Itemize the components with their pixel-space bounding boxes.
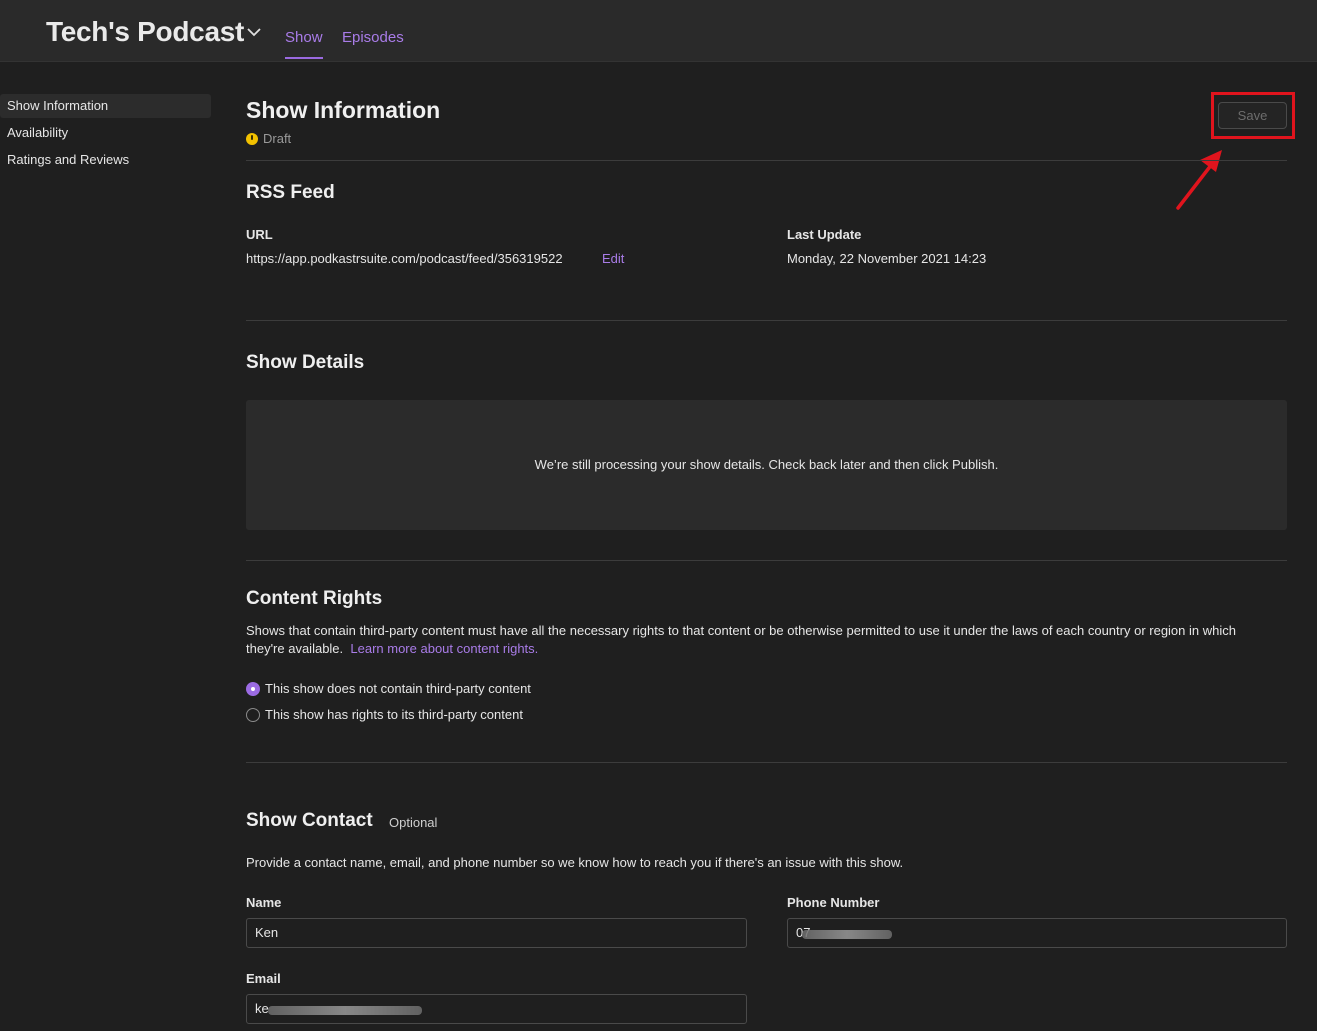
learn-more-content-rights-link[interactable]: Learn more about content rights. — [350, 641, 538, 656]
divider — [246, 762, 1287, 763]
redaction-mask — [268, 1006, 422, 1015]
last-update-value: Monday, 22 November 2021 14:23 — [787, 251, 987, 266]
email-label: Email — [246, 971, 281, 986]
optional-tag: Optional — [389, 815, 438, 830]
divider — [246, 320, 1287, 321]
radio-button-checked[interactable] — [246, 681, 260, 696]
edit-url-link[interactable]: Edit — [602, 251, 624, 266]
podcast-title[interactable]: Tech's Podcast — [46, 16, 244, 48]
rss-feed-heading: RSS Feed — [246, 182, 335, 203]
status-badge: Draft — [246, 131, 291, 146]
url-label: URL — [246, 227, 273, 242]
divider — [246, 560, 1287, 561]
page-title: Show Information — [246, 97, 441, 123]
sidebar-item-show-information[interactable]: Show Information — [0, 94, 211, 118]
status-text: Draft — [263, 131, 292, 146]
processing-message: We’re still processing your show details… — [534, 457, 999, 472]
arrow-annotation-icon — [1176, 150, 1222, 210]
sidebar-item-ratings-and-reviews[interactable]: Ratings and Reviews — [0, 148, 211, 172]
radio-has-rights[interactable]: This show has rights to its third-party … — [246, 707, 523, 722]
email-value: ke — [255, 1001, 269, 1016]
name-input[interactable]: Ken — [246, 918, 747, 948]
processing-panel: We’re still processing your show details… — [246, 400, 1287, 530]
content-rights-description: Shows that contain third-party content m… — [246, 622, 1276, 658]
last-update-label: Last Update — [787, 227, 862, 242]
highlight-box — [1211, 92, 1295, 139]
radio-no-third-party[interactable]: This show does not contain third-party c… — [246, 681, 531, 696]
sidebar-item-availability[interactable]: Availability — [0, 121, 211, 145]
show-contact-heading: Show Contact — [246, 810, 373, 831]
contact-description: Provide a contact name, email, and phone… — [246, 855, 904, 870]
rss-url-value: https://app.podkastrsuite.com/podcast/fe… — [246, 251, 563, 266]
redaction-mask — [802, 930, 892, 939]
radio-label: This show does not contain third-party c… — [265, 681, 531, 696]
divider — [246, 160, 1287, 161]
radio-button[interactable] — [246, 707, 260, 722]
draft-clock-icon — [246, 132, 258, 145]
show-details-heading: Show Details — [246, 352, 365, 373]
content-rights-heading: Content Rights — [246, 588, 383, 609]
name-label: Name — [246, 895, 282, 910]
main-content: Show Information Draft Save RSS Feed URL… — [246, 0, 1295, 1031]
phone-label: Phone Number — [787, 895, 880, 910]
radio-label: This show has rights to its third-party … — [265, 707, 523, 722]
